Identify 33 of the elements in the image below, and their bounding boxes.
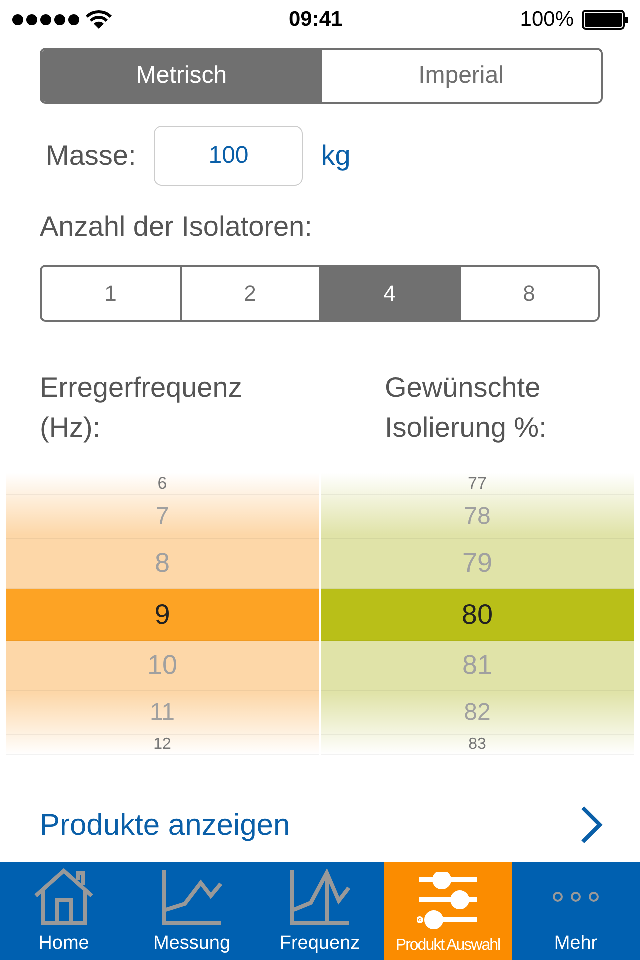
more-icon [553,892,599,902]
wifi-icon [86,10,112,30]
tab-bar-item[interactable]: Frequenz [256,862,384,960]
picker-value[interactable]: 12 [6,735,319,755]
selected-value[interactable]: 80 [321,589,634,641]
mass-label: Masse: [46,139,136,173]
selected-value[interactable]: 9 [6,589,319,641]
sliders-icon [417,872,479,930]
picker-wheel[interactable]: 77 78 79 80 81 82 83 [321,473,634,755]
count-segment[interactable]: 4 [319,267,458,320]
house-icon [33,868,95,926]
battery-icon [582,10,628,30]
isolator-count-label: Anzahl der Isolatoren: [40,210,312,244]
count-segment[interactable]: 8 [458,267,598,320]
tab-bar-item[interactable]: Mehr [512,862,640,960]
picker-header: Gewünschte Isolierung %: [385,371,548,445]
battery-percentage: 100% [520,7,574,34]
mass-field[interactable]: 100 [154,126,304,186]
signal-icon [12,14,80,26]
picker-value[interactable]: 6 [6,473,319,495]
spike-chart-icon [289,868,351,926]
clock-time: 09:41 [289,7,343,34]
chevron-right-icon [580,805,604,845]
picker-value[interactable]: 77 [321,473,634,495]
tab-bar-item[interactable]: Messung [128,862,256,960]
picker-wheel[interactable]: 6 7 8 9 10 11 12 [6,473,319,755]
line-chart-icon [161,868,223,926]
unit-segment[interactable]: Metrisch [42,50,322,102]
picker-header: Erregerfrequenz (Hz): [40,371,244,445]
tab-bar-item[interactable]: Home [0,862,128,960]
show-products-link[interactable]: Produkte anzeigen [40,800,604,850]
unit-label: kg [321,139,351,173]
picker-value[interactable]: 83 [321,735,634,755]
